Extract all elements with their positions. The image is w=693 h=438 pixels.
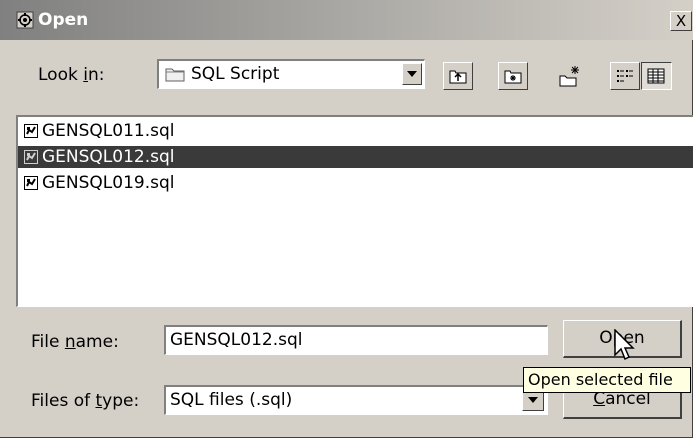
chevron-down-icon (407, 71, 417, 77)
up-one-level-button[interactable] (443, 62, 473, 90)
chevron-down-icon (528, 397, 538, 403)
sql-file-icon (24, 124, 38, 138)
list-view-button[interactable] (610, 62, 640, 90)
file-name-label: File name: (31, 332, 119, 352)
look-in-value: SQL Script (191, 64, 280, 84)
file-type-dropdown[interactable]: SQL files (.sql) (164, 385, 548, 415)
mouse-cursor-icon (614, 329, 635, 361)
file-list-item[interactable]: GENSQL019.sql (18, 172, 693, 194)
close-button[interactable]: X (670, 11, 692, 31)
file-type-value: SQL files (.sql) (170, 390, 293, 410)
file-name-value: GENSQL012.sql (170, 330, 303, 350)
new-folder-icon (559, 66, 579, 87)
file-list-item-selected[interactable]: GENSQL012.sql (18, 146, 693, 168)
file-list[interactable]: GENSQL011.sql GENSQL012.sql GENSQL019.sq… (16, 115, 693, 307)
details-view-button[interactable] (641, 62, 672, 90)
file-name-text: GENSQL011.sql (42, 121, 175, 141)
open-dialog-icon (16, 11, 34, 29)
file-name-text: GENSQL019.sql (42, 173, 175, 193)
home-icon (504, 70, 522, 84)
window-title: Open (38, 10, 89, 30)
up-one-level-icon (449, 70, 467, 84)
new-folder-button[interactable] (554, 62, 584, 90)
file-name-text: GENSQL012.sql (42, 147, 175, 167)
sql-file-icon (24, 150, 38, 164)
open-tooltip: Open selected file (523, 367, 691, 393)
sql-file-icon (24, 176, 38, 190)
file-list-item[interactable]: GENSQL011.sql (18, 120, 693, 142)
details-view-icon (647, 68, 665, 84)
close-icon: X (675, 12, 687, 30)
title-bar[interactable]: Open X (0, 0, 693, 40)
file-type-label: Files of type: (31, 391, 140, 411)
folder-icon (165, 68, 185, 82)
look-in-dropdown[interactable]: SQL Script (157, 59, 425, 89)
open-dialog: Open X Look in: SQL Script GENSQL011.sql… (0, 0, 693, 438)
file-name-input[interactable]: GENSQL012.sql (164, 325, 548, 355)
look-in-dropdown-arrow[interactable] (402, 63, 422, 85)
home-button[interactable] (498, 62, 528, 90)
list-view-icon (617, 70, 633, 82)
look-in-label: Look in: (38, 65, 105, 85)
